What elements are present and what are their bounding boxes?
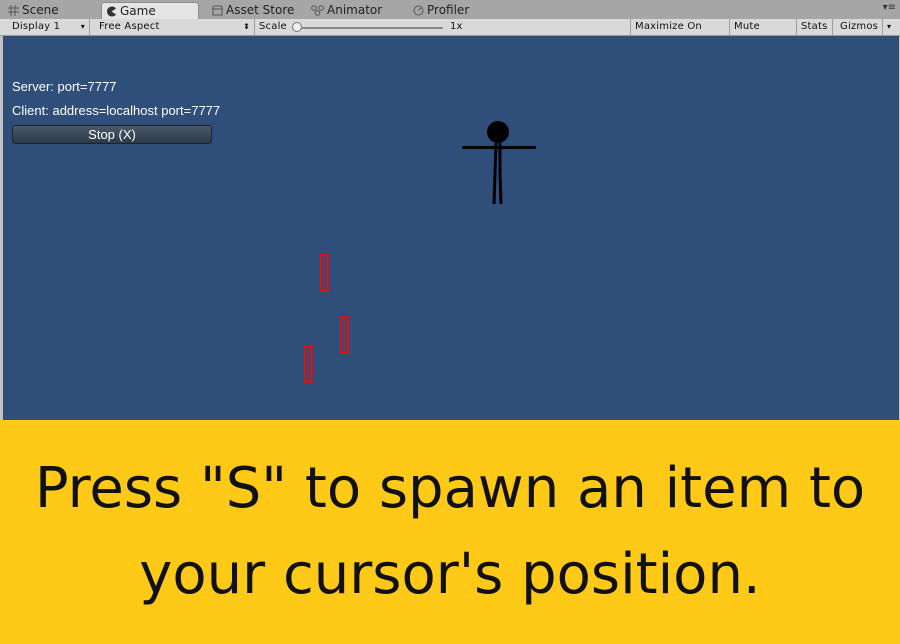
tab-game[interactable]: Game: [101, 2, 199, 20]
gizmos-toggle[interactable]: Gizmos: [836, 19, 882, 35]
tab-profiler-label: Profiler: [427, 3, 470, 17]
spawned-item: [340, 316, 349, 354]
display-dropdown[interactable]: Display 1 ▾: [8, 19, 90, 35]
scale-label: Scale: [259, 21, 287, 32]
instruction-line-2: your cursor's position.: [139, 542, 761, 607]
updown-arrow-icon: ⬍: [243, 22, 250, 31]
tab-asset-store-label: Asset Store: [226, 3, 295, 17]
instruction-line-1: Press "S" to spawn an item to: [34, 456, 866, 521]
scale-slider-track[interactable]: [297, 27, 443, 29]
editor-tab-bar: Scene Game Asset Store Animator Profiler…: [0, 0, 900, 20]
stats-toggle[interactable]: Stats: [797, 19, 833, 35]
stick-figure-player: [462, 121, 536, 205]
client-status: Client: address=localhost port=7777: [12, 103, 221, 118]
aspect-dropdown-value: Free Aspect: [99, 21, 160, 32]
pacman-icon: [107, 6, 116, 17]
tab-animator-label: Animator: [327, 3, 383, 17]
tab-asset-store[interactable]: Asset Store: [208, 2, 302, 19]
aspect-dropdown[interactable]: Free Aspect ⬍: [95, 19, 255, 35]
instruction-text: Press "S" to spawn an item to your curso…: [20, 446, 880, 618]
spawned-item: [320, 254, 329, 292]
tab-game-label: Game: [120, 4, 156, 18]
tab-profiler[interactable]: Profiler: [409, 2, 479, 19]
dropdown-arrow-icon: ▾: [80, 22, 85, 31]
profiler-icon: [413, 5, 424, 16]
menu-icon[interactable]: ▾≡: [883, 3, 896, 13]
gizmos-dropdown-arrow-icon[interactable]: ▾: [882, 19, 900, 35]
scale-slider-handle[interactable]: [292, 22, 302, 32]
spawned-item: [304, 345, 313, 383]
maximize-on-play-toggle[interactable]: Maximize On Play: [631, 19, 730, 48]
grid-icon: [8, 5, 19, 16]
game-toolbar: Display 1 ▾ Free Aspect ⬍ Scale 1x Maxim…: [0, 19, 900, 48]
animator-icon: [311, 5, 324, 16]
tab-scene-label: Scene: [22, 3, 59, 17]
scale-value: 1x: [450, 21, 463, 32]
mute-audio-toggle[interactable]: Mute Audio: [730, 19, 797, 48]
game-view[interactable]: Server: port=7777 Client: address=localh…: [3, 36, 899, 420]
stop-button[interactable]: Stop (X): [12, 125, 212, 144]
server-status: Server: port=7777: [12, 79, 117, 94]
tab-scene[interactable]: Scene: [4, 2, 70, 19]
display-dropdown-value: Display 1: [12, 21, 61, 32]
tab-animator[interactable]: Animator: [307, 2, 387, 19]
instruction-banner: Press "S" to spawn an item to your curso…: [0, 420, 900, 644]
store-icon: [212, 5, 223, 16]
